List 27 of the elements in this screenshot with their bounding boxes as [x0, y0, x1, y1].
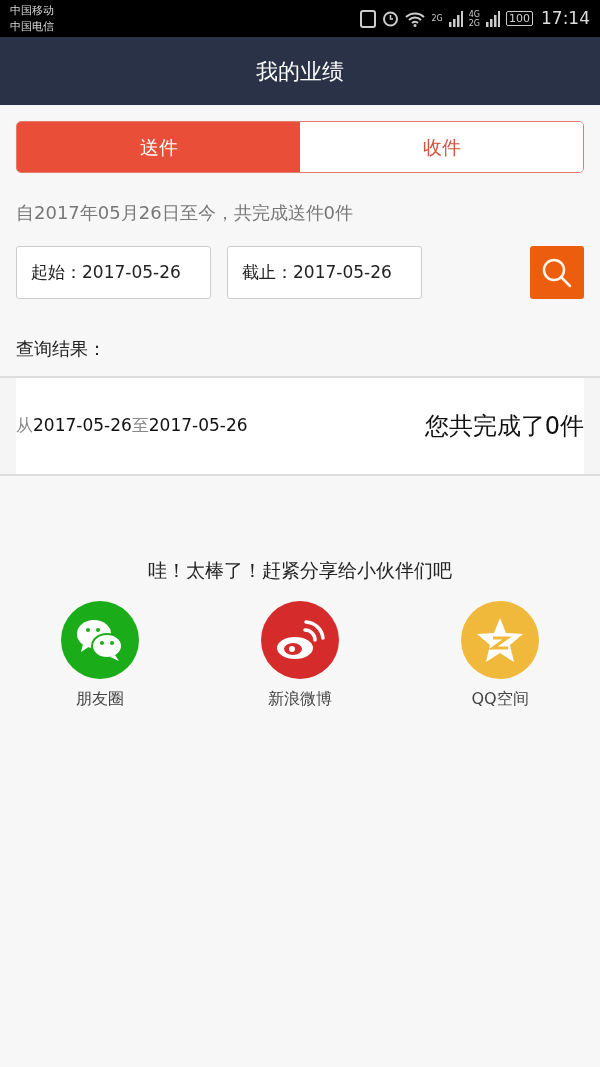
- battery-indicator: 100: [506, 11, 533, 26]
- network-label: 4G: [468, 9, 480, 19]
- search-button[interactable]: [530, 246, 584, 299]
- results-label: 查询结果：: [16, 337, 107, 361]
- carrier-name: 中国电信: [10, 18, 54, 35]
- tab[interactable]: 送件: [17, 122, 300, 172]
- share-option[interactable]: 朋友圈: [0, 600, 200, 711]
- alarm-icon: [382, 10, 400, 27]
- date-field[interactable]: 截止：2017-05-26: [227, 246, 422, 299]
- total-count: 您共完成了0件: [424, 411, 584, 442]
- search-icon: [541, 256, 573, 289]
- signal-icon: [486, 10, 500, 27]
- network-label: 2G: [431, 12, 443, 25]
- share-title: 哇！太棒了！赶紧分享给小伙伴们吧: [147, 558, 453, 583]
- date-field[interactable]: 起始：2017-05-26: [16, 246, 211, 299]
- eye-waves-icon: [275, 617, 325, 662]
- clock-time: 17:14: [541, 6, 590, 30]
- carrier-name: 中国移动: [10, 2, 54, 19]
- signal-icon: [448, 10, 463, 27]
- wifi-icon: [405, 10, 426, 27]
- network-label: 2G: [468, 18, 480, 28]
- page-title: 我的业绩: [256, 57, 344, 86]
- share-option[interactable]: QQ空间: [400, 600, 600, 711]
- tab[interactable]: 收件: [300, 122, 583, 172]
- date-range-text: 从2017-05-26至2017-05-26: [16, 414, 248, 438]
- summary-text: 自2017年05月26日至今，共完成送件0件: [16, 201, 355, 225]
- share-option[interactable]: 新浪微博: [200, 600, 400, 711]
